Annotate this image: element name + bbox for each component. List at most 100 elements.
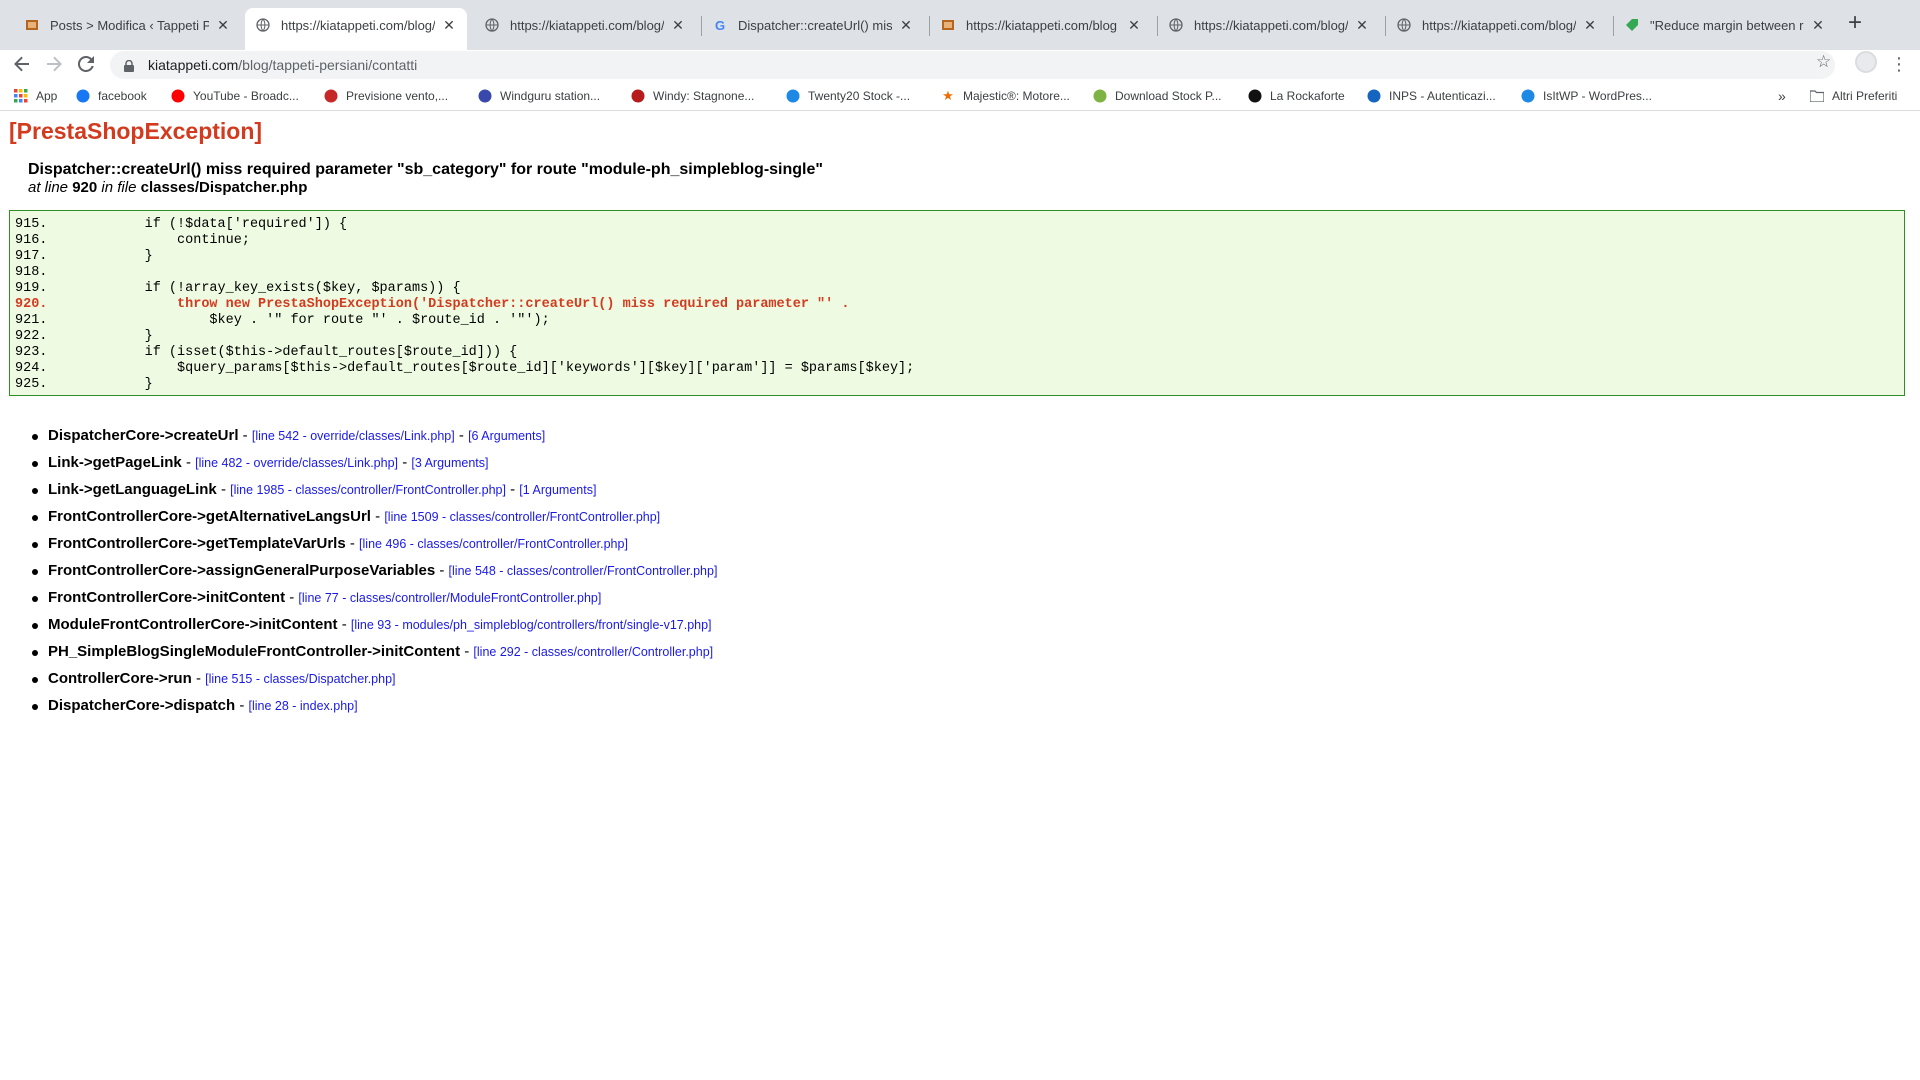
- exception-message: Dispatcher::createUrl() miss required pa…: [28, 161, 823, 178]
- trace-location-link[interactable]: [line 515 - classes/Dispatcher.php]: [205, 672, 395, 686]
- windguru-icon: [478, 89, 492, 103]
- trace-arguments-link[interactable]: [3 Arguments]: [411, 456, 488, 470]
- code-line-text: if (isset($this->default_routes[$route_i…: [47, 345, 518, 360]
- trace-location-link[interactable]: [line 542 - override/classes/Link.php]: [252, 429, 455, 443]
- trace-location-link[interactable]: [line 548 - classes/controller/FrontCont…: [449, 564, 718, 578]
- reload-button[interactable]: [72, 50, 100, 78]
- code-line: 917. }: [15, 249, 1904, 265]
- tab-7[interactable]: https://kiatappeti.com/blog/n ✕: [1386, 8, 1608, 42]
- code-line-text: }: [47, 249, 153, 264]
- trace-separator: -: [185, 454, 191, 471]
- trace-function: Link->getPageLink: [48, 454, 182, 471]
- code-line-number: 924.: [15, 361, 48, 376]
- code-line-text: }: [47, 377, 153, 392]
- tab-close-icon[interactable]: ✕: [1126, 17, 1142, 34]
- lock-icon: [124, 59, 134, 72]
- bookmark-label: YouTube - Broadc...: [193, 89, 299, 103]
- bookmark-2[interactable]: facebook: [76, 84, 147, 108]
- overflow-chevron-icon: »: [1778, 88, 1786, 104]
- code-line: 915. if (!$data['required']) {: [15, 217, 1904, 233]
- exception-location: at line 920 in file classes/Dispatcher.p…: [28, 179, 307, 196]
- tab-1[interactable]: Posts > Modifica ‹ Tappeti Persiani ✕: [14, 8, 241, 42]
- trace-location-link[interactable]: [line 28 - index.php]: [248, 699, 357, 713]
- trace-function: DispatcherCore->createUrl: [48, 427, 239, 444]
- profile-avatar[interactable]: [1855, 51, 1877, 73]
- other-bookmarks-label: Altri Preferiti: [1832, 89, 1898, 103]
- trace-separator: -: [439, 562, 445, 579]
- google-icon: G: [714, 17, 726, 33]
- bookmark-star-icon[interactable]: ☆: [1816, 52, 1831, 72]
- trace-arguments-link[interactable]: [1 Arguments]: [519, 483, 596, 497]
- tab-title: https://kiatappeti.com/blog/n: [510, 17, 664, 33]
- trace-item: Link->getPageLink - [line 482 - override…: [28, 453, 717, 480]
- bookmark-label: Twenty20 Stock -...: [808, 89, 911, 103]
- tab-close-icon[interactable]: ✕: [215, 17, 231, 34]
- trace-separator: -: [220, 481, 226, 498]
- trace-location-link[interactable]: [line 496 - classes/controller/FrontCont…: [359, 537, 628, 551]
- code-line: 921. $key . '" for route "' . $route_id …: [15, 313, 1904, 329]
- other-bookmarks-folder[interactable]: Altri Preferiti: [1810, 84, 1897, 108]
- bookmark-12[interactable]: IsItWP - WordPres...: [1521, 84, 1652, 108]
- tab-close-icon[interactable]: ✕: [898, 17, 914, 34]
- tab-title: "Reduce margin between rows: [1650, 17, 1804, 33]
- tab-2[interactable]: https://kiatappeti.com/blog/tappeti-pers…: [245, 8, 467, 50]
- bookmark-7[interactable]: Twenty20 Stock -...: [786, 84, 910, 108]
- bookmark-6[interactable]: Windy: Stagnone...: [631, 84, 754, 108]
- code-line-text: continue;: [47, 233, 250, 248]
- tab-close-icon[interactable]: ✕: [1354, 17, 1370, 34]
- trace-location-link[interactable]: [line 1509 - classes/controller/FrontCon…: [384, 510, 660, 524]
- back-button[interactable]: [8, 50, 36, 78]
- tab-close-icon[interactable]: ✕: [670, 17, 686, 34]
- trace-item: PH_SimpleBlogSingleModuleFrontController…: [28, 642, 717, 669]
- trace-function: ControllerCore->run: [48, 670, 192, 687]
- bookmark-4[interactable]: Previsione vento,...: [324, 84, 448, 108]
- trace-location-link[interactable]: [line 292 - classes/controller/Controlle…: [473, 645, 713, 659]
- trace-location-link[interactable]: [line 77 - classes/controller/ModuleFron…: [298, 591, 601, 605]
- code-line: 923. if (isset($this->default_routes[$ro…: [15, 345, 1904, 361]
- tab-separator: [929, 16, 930, 36]
- code-line-text: if (!$data['required']) {: [47, 217, 348, 232]
- bookmark-label: Windguru station...: [500, 89, 601, 103]
- trace-item: ControllerCore->run - [line 515 - classe…: [28, 669, 717, 696]
- trace-location-link[interactable]: [line 93 - modules/ph_simpleblog/control…: [351, 618, 712, 632]
- code-line-number: 916.: [15, 233, 48, 248]
- tab-separator: [1385, 16, 1386, 36]
- address-bar[interactable]: kiatappeti.com/blog/tappeti-persiani/con…: [110, 51, 1835, 79]
- trace-location-link[interactable]: [line 1985 - classes/controller/FrontCon…: [230, 483, 506, 497]
- star-orange-icon: ★: [942, 88, 954, 103]
- tab-5[interactable]: https://kiatappeti.com/blog ✕: [930, 8, 1152, 42]
- bookmark-5[interactable]: Windguru station...: [478, 84, 600, 108]
- globe-icon: [1396, 17, 1412, 33]
- code-line: 920. throw new PrestaShopException('Disp…: [15, 297, 1904, 313]
- trace-separator: -: [341, 616, 347, 633]
- bookmark-3[interactable]: YouTube - Broadc...: [171, 84, 299, 108]
- menu-kebab-icon[interactable]: ⋮: [1890, 50, 1908, 78]
- bookmark-10[interactable]: La Rockaforte: [1248, 84, 1345, 108]
- code-line-number: 920.: [15, 297, 48, 312]
- trace-function: FrontControllerCore->assignGeneralPurpos…: [48, 562, 436, 579]
- trace-arguments-link[interactable]: [6 Arguments]: [468, 429, 545, 443]
- new-tab-button[interactable]: +: [1843, 11, 1867, 36]
- tab-close-icon[interactable]: ✕: [1810, 17, 1826, 34]
- trace-location-link[interactable]: [line 482 - override/classes/Link.php]: [195, 456, 398, 470]
- forward-arrow-icon: [47, 56, 62, 72]
- forward-button[interactable]: [40, 50, 68, 78]
- bookmarks-overflow-button[interactable]: »: [1778, 84, 1786, 108]
- tab-4[interactable]: G Dispatcher::createUrl() miss required ✕: [702, 8, 924, 42]
- bookmark-9[interactable]: Download Stock P...: [1093, 84, 1222, 108]
- tab-6[interactable]: https://kiatappeti.com/blog/n ✕: [1158, 8, 1380, 42]
- bookmark-11[interactable]: INPS - Autenticazi...: [1367, 84, 1496, 108]
- trace-item: FrontControllerCore->getTemplateVarUrls …: [28, 534, 717, 561]
- tab-close-icon[interactable]: ✕: [1582, 17, 1598, 34]
- bookmark-1[interactable]: App: [14, 84, 57, 108]
- trace-separator: -: [375, 508, 381, 525]
- tab-8[interactable]: "Reduce margin between rows ✕: [1614, 8, 1836, 42]
- code-line-number: 925.: [15, 377, 48, 392]
- tag-icon: [1624, 17, 1640, 33]
- tab-close-icon[interactable]: ✕: [441, 17, 457, 34]
- bookmark-label: Previsione vento,...: [346, 89, 449, 103]
- bookmark-label: Download Stock P...: [1115, 89, 1222, 103]
- bookmark-8[interactable]: ★ Majestic®: Motore...: [941, 84, 1070, 108]
- code-line-number: 917.: [15, 249, 48, 264]
- tab-3[interactable]: https://kiatappeti.com/blog/n ✕: [474, 8, 696, 42]
